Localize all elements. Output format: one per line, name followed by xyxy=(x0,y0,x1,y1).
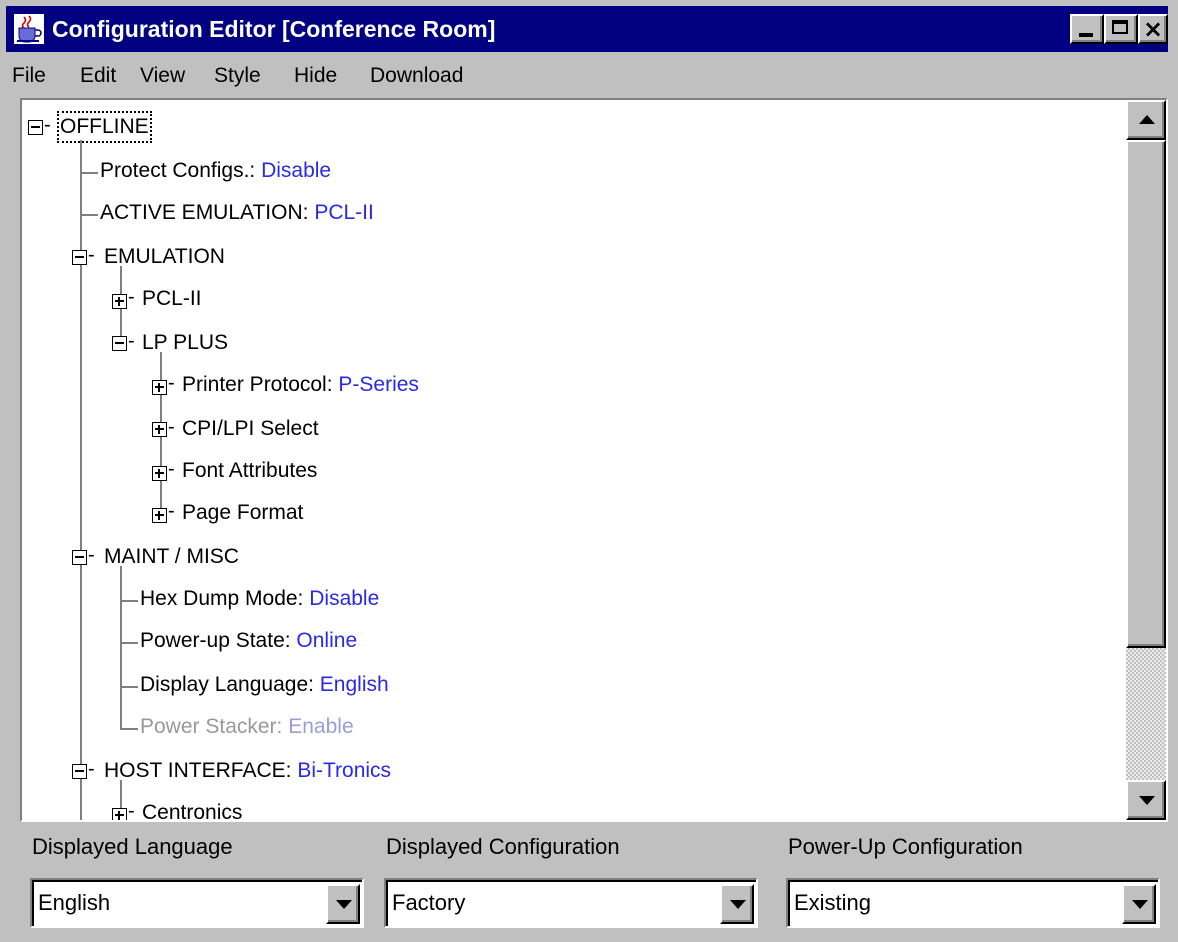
tree-connector xyxy=(120,686,138,688)
maximize-icon xyxy=(1112,20,1128,34)
tree-node-offline[interactable]: OFFLINE xyxy=(57,111,152,143)
displayed-configuration-value: Factory xyxy=(392,890,466,915)
tree-node-hex-dump-mode[interactable]: Hex Dump Mode: Disable xyxy=(140,586,379,612)
displayed-language-value: English xyxy=(38,890,111,915)
menu-download[interactable]: Download xyxy=(370,56,463,96)
menu-bar: File Edit View Style Hide Download xyxy=(6,56,1168,96)
maximize-button[interactable] xyxy=(1104,14,1138,44)
tree-node-emulation[interactable]: EMULATION xyxy=(104,244,225,270)
tree-connector xyxy=(80,214,98,216)
expand-toggle-icon[interactable] xyxy=(152,422,167,437)
tree-dash: - xyxy=(128,286,135,308)
expand-toggle-icon[interactable] xyxy=(112,808,127,820)
config-tree: - OFFLINE Protect Configs.: Disable ACTI… xyxy=(22,100,1126,820)
tree-node-lp-plus[interactable]: LP PLUS xyxy=(142,330,228,356)
tree-node-host-interface[interactable]: HOST INTERFACE: Bi-Tronics xyxy=(104,758,391,784)
displayed-configuration-label: Displayed Configuration xyxy=(386,834,620,859)
vertical-scrollbar[interactable] xyxy=(1126,100,1166,820)
tree-node-page-format[interactable]: Page Format xyxy=(182,500,303,526)
expand-toggle-icon[interactable] xyxy=(112,294,127,309)
tree-node-cpi-lpi-select[interactable]: CPI/LPI Select xyxy=(182,416,319,442)
collapse-toggle-icon[interactable] xyxy=(72,764,87,779)
tree-connector xyxy=(120,566,122,730)
displayed-language-select[interactable]: English xyxy=(30,878,364,928)
tree-node-printer-protocol[interactable]: Printer Protocol: P-Series xyxy=(182,372,419,398)
close-icon: × xyxy=(1142,15,1164,43)
tree-dash: - xyxy=(168,500,175,522)
scroll-down-button[interactable] xyxy=(1126,780,1166,820)
dropdown-button[interactable] xyxy=(720,884,754,924)
collapse-toggle-icon[interactable] xyxy=(72,250,87,265)
tree-node-centronics[interactable]: Centronics xyxy=(142,800,242,820)
tree-dash: - xyxy=(88,758,95,780)
tree-dash: - xyxy=(128,330,135,352)
java-cup-icon xyxy=(14,14,44,44)
tree-dash: - xyxy=(128,800,135,820)
collapse-toggle-icon[interactable] xyxy=(28,120,43,135)
chevron-down-icon xyxy=(336,900,352,909)
power-up-configuration-select[interactable]: Existing xyxy=(786,878,1160,928)
chevron-down-icon xyxy=(730,900,746,909)
tree-node-pcl-ii[interactable]: PCL-II xyxy=(142,286,202,312)
tree-connector xyxy=(120,728,138,730)
tree-node-maint-misc[interactable]: MAINT / MISC xyxy=(104,544,239,570)
menu-view[interactable]: View xyxy=(140,56,185,96)
title-bar[interactable]: Configuration Editor [Conference Room] × xyxy=(6,6,1168,52)
config-tree-panel: - OFFLINE Protect Configs.: Disable ACTI… xyxy=(20,98,1168,822)
arrow-up-icon xyxy=(1139,115,1155,124)
tree-dash: - xyxy=(168,416,175,438)
tree-node-display-language[interactable]: Display Language: English xyxy=(140,672,389,698)
chevron-down-icon xyxy=(1132,900,1148,909)
menu-file[interactable]: File xyxy=(12,56,46,96)
tree-node-font-attributes[interactable]: Font Attributes xyxy=(182,458,317,484)
tree-dash: - xyxy=(168,372,175,394)
tree-connector xyxy=(120,642,138,644)
tree-dash: - xyxy=(44,114,51,136)
tree-connector xyxy=(80,140,82,820)
tree-connector xyxy=(80,172,98,174)
tree-node-power-up-state[interactable]: Power-up State: Online xyxy=(140,628,357,654)
window-title: Configuration Editor [Conference Room] xyxy=(52,16,496,42)
tree-node-active-emulation[interactable]: ACTIVE EMULATION: PCL-II xyxy=(100,200,374,226)
menu-style[interactable]: Style xyxy=(214,56,261,96)
tree-connector xyxy=(120,600,138,602)
scroll-up-button[interactable] xyxy=(1126,100,1166,140)
close-button[interactable]: × xyxy=(1138,14,1168,44)
scrollbar-thumb[interactable] xyxy=(1126,140,1166,648)
displayed-language-label: Displayed Language xyxy=(32,834,233,859)
dropdown-button[interactable] xyxy=(1122,884,1156,924)
tree-node-protect-configs[interactable]: Protect Configs.: Disable xyxy=(100,158,331,184)
arrow-down-icon xyxy=(1139,796,1155,805)
tree-node-power-stacker: Power Stacker: Enable xyxy=(140,715,354,738)
power-up-configuration-label: Power-Up Configuration xyxy=(788,834,1023,859)
power-up-configuration-value: Existing xyxy=(794,890,872,915)
collapse-toggle-icon[interactable] xyxy=(72,550,87,565)
dropdown-button[interactable] xyxy=(326,884,360,924)
displayed-configuration-select[interactable]: Factory xyxy=(384,878,758,928)
expand-toggle-icon[interactable] xyxy=(152,380,167,395)
tree-dash: - xyxy=(168,458,175,480)
menu-hide[interactable]: Hide xyxy=(294,56,337,96)
collapse-toggle-icon[interactable] xyxy=(112,336,127,351)
tree-dash: - xyxy=(88,244,95,266)
minimize-icon xyxy=(1079,33,1093,37)
expand-toggle-icon[interactable] xyxy=(152,466,167,481)
menu-edit[interactable]: Edit xyxy=(80,56,116,96)
tree-dash: - xyxy=(88,544,95,566)
minimize-button[interactable] xyxy=(1070,14,1104,44)
expand-toggle-icon[interactable] xyxy=(152,508,167,523)
